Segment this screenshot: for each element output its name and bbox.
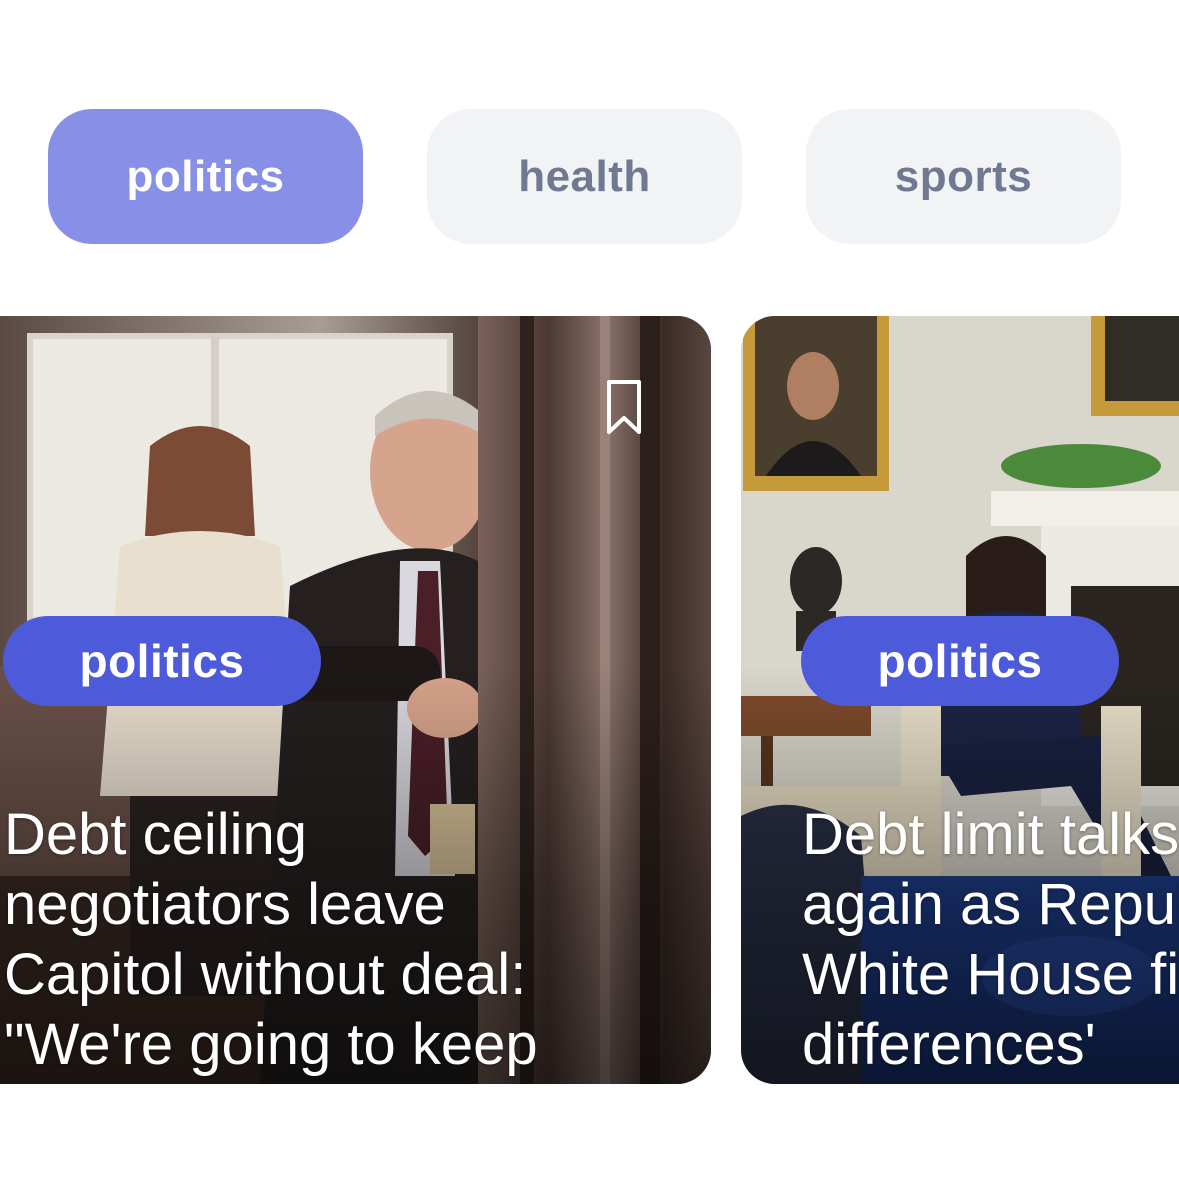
article-category-tag[interactable]: politics [801, 616, 1119, 706]
article-card[interactable]: politics Debt limit talks again as Repub… [741, 316, 1179, 1084]
category-chip-label: politics [126, 151, 285, 201]
category-chip-sports[interactable]: sports [806, 109, 1121, 244]
bookmark-icon[interactable] [604, 378, 644, 438]
article-category-tag[interactable]: politics [3, 616, 321, 706]
article-card[interactable]: politics Debt ceiling negotiators leave … [0, 316, 711, 1084]
category-chips: politics health sports [48, 109, 1121, 244]
category-chip-label: health [518, 151, 651, 201]
article-headline: Debt ceiling negotiators leave Capitol w… [4, 802, 538, 1077]
category-chip-health[interactable]: health [427, 109, 742, 244]
news-feed-screen: politics health sports politics Debt cei… [0, 0, 1179, 1179]
category-chip-politics[interactable]: politics [48, 109, 363, 244]
category-chip-label: sports [894, 151, 1033, 201]
article-headline: Debt limit talks again as Republ White H… [802, 802, 1179, 1077]
